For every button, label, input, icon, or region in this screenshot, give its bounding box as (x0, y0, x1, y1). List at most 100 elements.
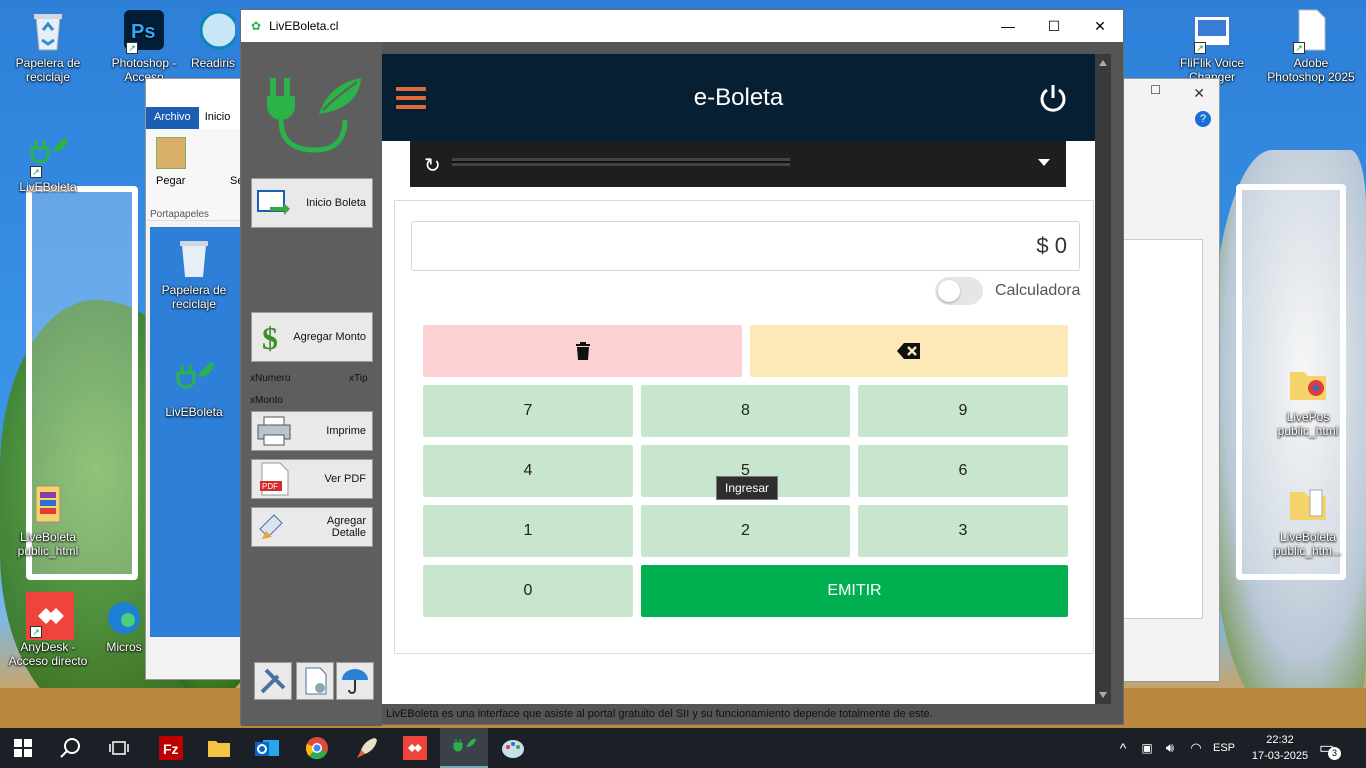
calculadora-label: Calculadora (995, 282, 1081, 299)
desktop-icon-micros[interactable]: Micros (100, 600, 148, 654)
desktop-icon-readiris[interactable]: Readiris (184, 8, 242, 70)
desktop-icon-liveboleta-folder[interactable]: LiveBoleta public_html (8, 482, 88, 558)
clear-button[interactable] (423, 325, 742, 377)
desktop-icon-label: Adobe Photoshop 2025 (1267, 56, 1355, 84)
umbrella-button[interactable] (336, 662, 374, 700)
header-title: e-Boleta (693, 84, 784, 111)
backspace-button[interactable] (750, 325, 1068, 377)
login-icon (256, 185, 292, 221)
document-settings-icon (305, 667, 327, 695)
desktop-icon-adobe-photoshop[interactable]: ↗ Adobe Photoshop 2025 (1266, 8, 1356, 84)
agregar-monto-button[interactable]: $ Agregar Monto (251, 312, 373, 362)
scroll-down-icon[interactable] (1099, 692, 1107, 698)
edge-icon (106, 600, 142, 636)
desktop-icon-liveboleta[interactable]: ↗ LivEBoleta (8, 132, 88, 194)
desktop-icon-fliflik[interactable]: ↗ FliFlik Voice Changer (1170, 8, 1254, 84)
notifications-button[interactable]: ▭ 3 (1318, 728, 1348, 768)
backspace-icon (897, 343, 920, 359)
desktop-icon-anydesk[interactable]: ↗ AnyDesk - Acceso directo (8, 592, 88, 668)
pdf-icon: PDF (256, 461, 292, 497)
clock[interactable]: 22:32 17-03-2025 (1248, 728, 1312, 768)
dollar-icon: $ (256, 319, 292, 356)
umbrella-icon (342, 669, 368, 694)
amount-display[interactable]: $ 0 (411, 221, 1080, 271)
paste-label[interactable]: Pegar (156, 175, 185, 187)
meet-now-icon[interactable]: ▣ (1138, 728, 1156, 768)
sidebar: Inicio Boleta $ Agregar Monto xNumero xT… (241, 42, 382, 726)
desktop-icon-label: Papelera de reciclaje (15, 56, 81, 84)
maximize-icon[interactable]: ☐ (1150, 83, 1161, 97)
key-9[interactable]: 9 (858, 385, 1068, 437)
shortcut-arrow-icon: ↗ (1293, 42, 1305, 54)
clock-time: 22:32 (1266, 734, 1294, 746)
power-icon[interactable] (1037, 82, 1069, 114)
tools-button[interactable] (254, 662, 292, 700)
palette-icon (502, 740, 524, 758)
volume-icon[interactable]: 🔊︎ (1160, 728, 1180, 768)
start-button[interactable] (0, 728, 46, 768)
imprime-label: Imprime (326, 425, 366, 437)
minimize-button[interactable]: — (985, 10, 1031, 42)
readiris-icon (191, 8, 239, 52)
liveboleta-plug-icon (453, 738, 476, 752)
imprime-button[interactable]: Imprime (251, 411, 373, 451)
explorer-tab-inicio[interactable]: Inicio (199, 107, 237, 129)
task-view-button[interactable] (96, 728, 142, 768)
taskbar-explorer[interactable] (196, 728, 242, 768)
emitir-button[interactable]: EMITIR (641, 565, 1068, 617)
chevron-down-icon[interactable] (1038, 159, 1050, 166)
taskbar-outlook[interactable] (244, 728, 290, 768)
key-8[interactable]: 8 (641, 385, 850, 437)
liveboleta-window[interactable]: ✿ LivEBoleta.cl — ☐ ✕ Inicio Boleta $ Ag… (240, 9, 1124, 726)
vertical-scrollbar[interactable] (1095, 54, 1111, 704)
desktop-icon-photoshop[interactable]: Ps ↗ Photoshop - Acceso (104, 8, 184, 84)
desktop-icon-label: Readiris (190, 56, 235, 70)
taskbar-chrome[interactable] (294, 728, 340, 768)
agregar-detalle-button[interactable]: Agregar Detalle (251, 507, 373, 547)
app-logo-icon: ✿ (251, 19, 262, 33)
ver-pdf-button[interactable]: PDF Ver PDF (251, 459, 373, 499)
company-select[interactable]: ↻ (410, 141, 1066, 187)
rocket-icon (357, 738, 377, 758)
key-4[interactable]: 4 (423, 445, 633, 497)
document-settings-button[interactable] (296, 662, 334, 700)
scroll-up-icon[interactable] (1099, 60, 1107, 66)
xnumero-label: xNumero (250, 373, 291, 384)
inicio-boleta-button[interactable]: Inicio Boleta (251, 178, 373, 228)
taskbar-filezilla[interactable]: Fz (148, 728, 194, 768)
desktop-icon-livepos[interactable]: LivePos public_html (1268, 362, 1348, 438)
close-button[interactable]: ✕ (1077, 10, 1123, 42)
calculadora-toggle[interactable] (935, 277, 983, 305)
edit-detail-icon (256, 509, 292, 545)
footer-disclaimer: LivEBoleta es una interface que asiste a… (386, 708, 933, 720)
search-button[interactable] (48, 728, 94, 768)
key-7[interactable]: 7 (423, 385, 633, 437)
explorer-tab-archivo[interactable]: Archivo (146, 107, 199, 129)
background-window-right[interactable]: ✕ ☐ ? (1120, 78, 1220, 682)
background-pane (1121, 239, 1203, 619)
key-6[interactable]: 6 (858, 445, 1068, 497)
key-0[interactable]: 0 (423, 565, 633, 617)
refresh-icon[interactable]: ↻ (424, 153, 441, 178)
background-explorer-window[interactable]: Archivo Inicio Pegar Se Portapapeles Pap… (145, 78, 245, 680)
close-icon[interactable]: ✕ (1193, 85, 1205, 102)
agregar-monto-label: Agregar Monto (293, 331, 366, 343)
help-icon[interactable]: ? (1195, 111, 1211, 127)
maximize-button[interactable]: ☐ (1031, 10, 1077, 42)
key-3[interactable]: 3 (858, 505, 1068, 557)
taskbar-rocket-app[interactable] (344, 728, 390, 768)
chevron-up-icon[interactable]: ^ (1114, 728, 1132, 768)
key-2[interactable]: 2 (641, 505, 850, 557)
desktop-icon-label: LivEBoleta (165, 405, 223, 419)
calculator-panel: $ 0 Calculadora 7 8 9 4 5 6 1 2 3 0 EMIT… (394, 200, 1094, 654)
taskbar-paint[interactable] (490, 728, 536, 768)
desktop-icon-liveboleta-folder-2[interactable]: LiveBoleta public_htm... (1268, 482, 1348, 558)
window-titlebar[interactable]: ✿ LivEBoleta.cl — ☐ ✕ (241, 10, 1123, 42)
key-1[interactable]: 1 (423, 505, 633, 557)
paste-icon (156, 137, 186, 169)
network-icon[interactable]: ◠ (1186, 728, 1206, 768)
taskbar-liveboleta[interactable] (440, 728, 488, 768)
desktop-icon-recycle-bin[interactable]: Papelera de reciclaje (8, 8, 88, 84)
taskbar-anydesk[interactable] (392, 728, 438, 768)
language-indicator[interactable]: ESP (1212, 728, 1236, 768)
